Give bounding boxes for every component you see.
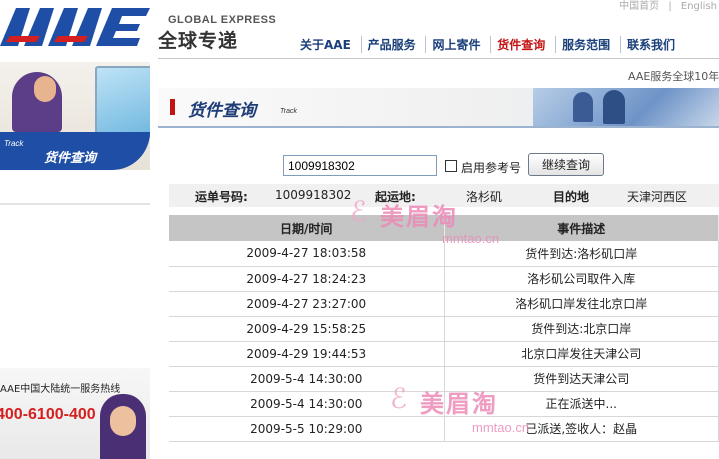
tracking-number-input[interactable] xyxy=(283,155,437,176)
table-row: 2009-4-29 15:58:25 货件到达:北京口岸 xyxy=(169,316,719,342)
origin-value: 洛杉矶 xyxy=(466,190,503,204)
header-datetime: 日期/时间 xyxy=(169,215,445,241)
section-header: 货件查询 Track xyxy=(158,88,719,128)
nav-service-area[interactable]: 服务范围 xyxy=(555,36,616,53)
reference-number-label: 启用参考号 xyxy=(461,161,522,175)
event-description: 货件到达天津公司 xyxy=(444,366,719,392)
event-description: 北京口岸发往天津公司 xyxy=(444,341,719,367)
event-datetime: 2009-5-4 14:30:00 xyxy=(169,366,445,392)
hotline-number: 400-6100-400 xyxy=(0,406,96,423)
left-blank-panel xyxy=(0,205,150,368)
section-subtitle: Track xyxy=(280,108,297,115)
aae-logo[interactable] xyxy=(0,6,152,48)
table-header-row: 日期/时间 事件描述 xyxy=(169,215,719,241)
header-divider xyxy=(158,58,719,59)
waybill-value: 1009918302 xyxy=(275,188,352,202)
tracking-events-table: 日期/时间 事件描述 2009-4-27 18:03:58 货件到达:洛杉矶口岸 … xyxy=(169,215,719,442)
table-row: 2009-5-5 10:29:00 已派送,签收人：赵晶 xyxy=(169,416,719,442)
table-row: 2009-4-29 19:44:53 北京口岸发往天津公司 xyxy=(169,341,719,367)
link-china-home[interactable]: 中国首页 xyxy=(619,1,659,12)
operator-face xyxy=(34,76,56,102)
event-datetime: 2009-4-27 18:24:23 xyxy=(169,266,445,292)
nav-tracking[interactable]: 货件查询 xyxy=(490,36,551,53)
header-event: 事件描述 xyxy=(444,215,719,241)
nav-online-shipping[interactable]: 网上寄件 xyxy=(425,36,486,53)
table-row: 2009-4-27 23:27:00 洛杉矶口岸发往北京口岸 xyxy=(169,291,719,317)
top-links: 中国首页 | English xyxy=(613,0,717,12)
link-english[interactable]: English xyxy=(681,1,717,12)
event-description: 已派送,签收人：赵晶 xyxy=(444,416,719,442)
section-bullet-icon xyxy=(170,99,175,115)
track-banner: Track 货件查询 xyxy=(0,62,150,170)
nav-products[interactable]: 产品服务 xyxy=(360,36,422,53)
banner-english: Track xyxy=(4,139,24,148)
event-datetime: 2009-4-29 19:44:53 xyxy=(169,341,445,367)
main-nav: 关于AAE 产品服务 网上寄件 货件查询 服务范围 联系我们 xyxy=(294,36,681,54)
banner-title: 货件查询 xyxy=(44,151,97,166)
event-datetime: 2009-4-29 15:58:25 xyxy=(169,316,445,342)
event-description: 货件到达:洛杉矶口岸 xyxy=(444,241,719,267)
event-datetime: 2009-4-27 23:27:00 xyxy=(169,291,445,317)
brand-chinese: 全球专递 xyxy=(158,30,239,52)
slogan: AAE服务全球10年 xyxy=(628,70,719,83)
event-description: 洛杉矶公司取件入库 xyxy=(444,266,719,292)
event-datetime: 2009-5-5 10:29:00 xyxy=(169,416,445,442)
event-datetime: 2009-4-27 18:03:58 xyxy=(169,241,445,267)
event-datetime: 2009-5-4 14:30:00 xyxy=(169,391,445,417)
table-row: 2009-5-4 14:30:00 货件到达天津公司 xyxy=(169,366,719,392)
waybill-label: 运单号码: xyxy=(195,190,248,204)
nav-contact[interactable]: 联系我们 xyxy=(619,36,681,53)
reference-number-checkbox[interactable] xyxy=(445,160,457,172)
destination-value: 天津河西区 xyxy=(627,190,688,204)
table-row: 2009-4-27 18:24:23 洛杉矶公司取件入库 xyxy=(169,266,719,292)
table-row: 2009-5-4 14:30:00 正在派送中... xyxy=(169,391,719,417)
event-description: 正在派送中... xyxy=(444,391,719,417)
site-header: GLOBAL EXPRESS 全球专递 中国首页 | English 关于AAE… xyxy=(0,0,719,62)
table-row: 2009-4-27 18:03:58 货件到达:洛杉矶口岸 xyxy=(169,241,719,267)
photo-person-icon xyxy=(603,90,625,124)
header-photo xyxy=(533,88,719,126)
service-agent-face xyxy=(110,406,136,436)
hotline-label: AAE中国大陆统一服务热线 xyxy=(0,384,121,395)
section-title: 货件查询 xyxy=(188,101,256,121)
brand-english: GLOBAL EXPRESS xyxy=(168,14,277,26)
continue-search-button[interactable]: 继续查询 xyxy=(528,153,604,176)
shipment-summary: 运单号码: 1009918302 起运地: 洛杉矶 目的地 天津河西区 xyxy=(169,184,719,207)
origin-label: 起运地: xyxy=(375,190,416,204)
monitor-image xyxy=(95,66,150,138)
destination-label: 目的地 xyxy=(553,190,590,204)
photo-person-icon xyxy=(573,92,593,122)
event-description: 货件到达:北京口岸 xyxy=(444,316,719,342)
event-description: 洛杉矶口岸发往北京口岸 xyxy=(444,291,719,317)
link-separator: | xyxy=(668,1,672,12)
nav-about[interactable]: 关于AAE xyxy=(294,36,357,53)
hotline-banner: AAE中国大陆统一服务热线 400-6100-400 xyxy=(0,368,150,459)
